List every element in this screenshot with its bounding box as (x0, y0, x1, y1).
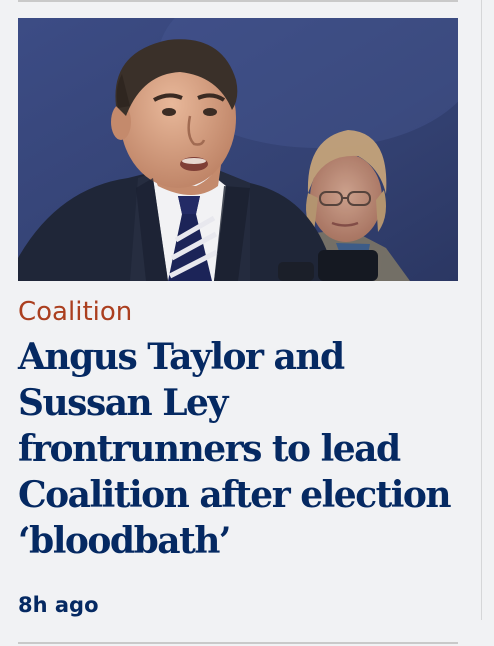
article-headline[interactable]: Angus Taylor and Sussan Ley frontrunners… (18, 334, 468, 564)
section-kicker: Coalition (18, 297, 133, 327)
photo-illustration (18, 18, 458, 281)
article-photo (18, 18, 458, 281)
bottom-divider (18, 642, 458, 644)
article-card[interactable]: Coalition Angus Taylor and Sussan Ley fr… (0, 0, 494, 646)
article-age: 8h ago (18, 593, 99, 617)
